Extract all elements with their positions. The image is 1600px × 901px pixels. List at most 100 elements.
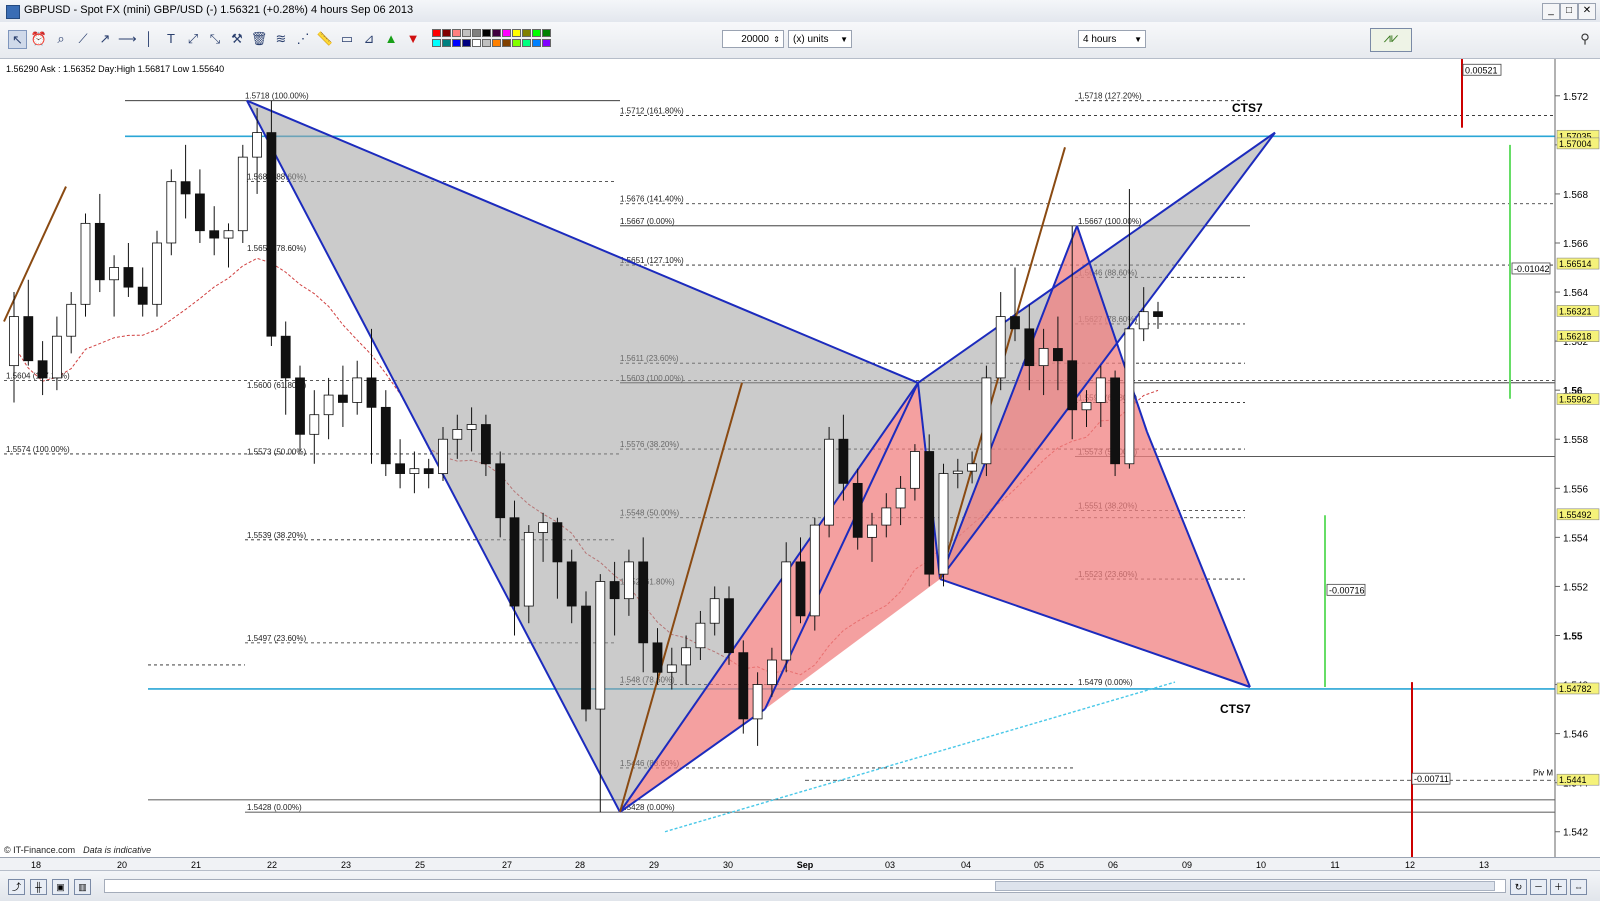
zoom-icon[interactable]: ⌕ bbox=[52, 30, 70, 48]
candle-body bbox=[924, 451, 935, 575]
candle-body bbox=[409, 468, 420, 474]
ray-icon[interactable]: ↗ bbox=[96, 30, 114, 48]
chart-icon[interactable]: ⤴ bbox=[8, 879, 25, 895]
color-palette[interactable] bbox=[432, 29, 552, 49]
zoom-in-icon[interactable]: ＋ bbox=[1550, 879, 1567, 895]
brand-label: © IT-Finance.com bbox=[4, 845, 76, 855]
maximize-button[interactable]: □ bbox=[1560, 3, 1578, 20]
price-tag-value: 1.54782 bbox=[1559, 684, 1592, 694]
channel-icon[interactable]: ⤢ bbox=[184, 30, 202, 48]
color-swatch[interactable] bbox=[482, 39, 491, 47]
color-swatch[interactable] bbox=[492, 39, 501, 47]
timeframe-select[interactable]: 4 hours ▼ bbox=[1078, 30, 1146, 48]
refresh-icon[interactable]: ↻ bbox=[1510, 879, 1527, 895]
spinner-icon[interactable]: ⇕ bbox=[773, 31, 780, 49]
delete-icon[interactable]: 🗑 bbox=[250, 30, 268, 48]
price-axis-label: 1.552 bbox=[1563, 582, 1588, 593]
color-swatch[interactable] bbox=[432, 39, 441, 47]
vertical-line-icon[interactable]: │ bbox=[140, 30, 158, 48]
color-swatch[interactable] bbox=[452, 39, 461, 47]
candle-body bbox=[838, 438, 849, 484]
time-axis-label: 27 bbox=[502, 860, 512, 870]
horizontal-line-icon[interactable]: ⟶ bbox=[118, 30, 137, 48]
color-swatch[interactable] bbox=[472, 39, 481, 47]
candle-body bbox=[1095, 377, 1106, 403]
close-button[interactable]: ✕ bbox=[1578, 3, 1596, 20]
fib-level-label: 1.5428 (0.00%) bbox=[247, 803, 302, 812]
color-swatch[interactable] bbox=[482, 29, 491, 37]
candle-style-icon[interactable]: ▥ bbox=[74, 879, 91, 895]
quantity-input[interactable]: 20000 ⇕ bbox=[722, 30, 784, 48]
candle-body bbox=[709, 598, 720, 624]
color-swatch[interactable] bbox=[502, 29, 511, 37]
time-axis-label: 11 bbox=[1330, 860, 1339, 870]
text-tool-icon[interactable]: T bbox=[162, 30, 180, 48]
chevron-down-icon[interactable]: ▼ bbox=[840, 31, 848, 49]
ruler-icon[interactable]: 📏 bbox=[316, 30, 334, 48]
color-swatch[interactable] bbox=[512, 29, 521, 37]
color-swatch[interactable] bbox=[442, 39, 451, 47]
minimize-button[interactable]: _ bbox=[1542, 3, 1560, 20]
color-swatch[interactable] bbox=[462, 39, 471, 47]
save-icon[interactable]: ▣ bbox=[52, 879, 69, 895]
candle-body bbox=[395, 463, 406, 474]
sell-arrow-icon[interactable]: ▼ bbox=[404, 30, 422, 48]
pattern-label: CTS7 bbox=[1232, 101, 1263, 115]
price-axis-label: 1.542 bbox=[1563, 828, 1588, 839]
candle-body bbox=[237, 156, 248, 232]
scrollbar-thumb[interactable] bbox=[995, 881, 1495, 891]
units-select[interactable]: (x) units ▼ bbox=[788, 30, 852, 48]
color-swatch[interactable] bbox=[492, 29, 501, 37]
measure-icon[interactable]: ⊿ bbox=[360, 30, 378, 48]
candle-body bbox=[366, 377, 377, 408]
candle-body bbox=[910, 451, 920, 489]
color-swatch[interactable] bbox=[532, 29, 541, 37]
color-swatch[interactable] bbox=[472, 29, 481, 37]
pointer-tool-icon[interactable]: ↖ bbox=[8, 30, 27, 49]
color-swatch[interactable] bbox=[462, 29, 471, 37]
price-axis-label: 1.55 bbox=[1563, 631, 1583, 642]
price-chart[interactable]: 1.5718 (100.00%) 1.5712 (161.80%) 1.5718 (… bbox=[0, 59, 1600, 857]
color-swatch[interactable] bbox=[442, 29, 451, 37]
alarm-icon[interactable]: ⏰ bbox=[30, 30, 48, 48]
fan-icon[interactable]: ⤡ bbox=[206, 30, 224, 48]
candle-body bbox=[938, 473, 949, 575]
pin-icon[interactable]: ⚲ bbox=[1576, 30, 1594, 48]
price-axis-label: 1.554 bbox=[1563, 533, 1588, 544]
candle-body bbox=[452, 429, 463, 440]
fibonacci-icon[interactable]: ≋ bbox=[272, 30, 290, 48]
time-axis-label: 30 bbox=[723, 860, 733, 870]
tools-icon[interactable]: ⚒ bbox=[228, 30, 246, 48]
candle-body bbox=[1153, 311, 1163, 317]
color-swatch[interactable] bbox=[432, 29, 441, 37]
candle-body bbox=[438, 438, 448, 474]
price-axis-label: 1.568 bbox=[1563, 190, 1588, 201]
candle-body bbox=[695, 622, 706, 649]
candle-body bbox=[795, 561, 806, 617]
time-scrollbar[interactable] bbox=[104, 879, 1506, 893]
candle-body bbox=[1010, 316, 1020, 330]
color-swatch[interactable] bbox=[452, 29, 461, 37]
candle-body bbox=[223, 230, 234, 239]
color-swatch[interactable] bbox=[522, 29, 531, 37]
color-swatch[interactable] bbox=[502, 39, 511, 47]
trendline-icon[interactable]: ⟋ bbox=[74, 30, 92, 48]
color-swatch[interactable] bbox=[512, 39, 521, 47]
brown-trend-line bbox=[3, 186, 67, 322]
bar-style-icon[interactable]: ╫ bbox=[30, 879, 47, 895]
candle-body bbox=[37, 360, 48, 379]
zoom-out-icon[interactable]: － bbox=[1530, 879, 1547, 895]
fib-level-label: 1.5573 (50.00%) bbox=[247, 447, 306, 456]
candle-body bbox=[380, 406, 391, 465]
color-swatch[interactable] bbox=[522, 39, 531, 47]
rectangle-icon[interactable]: ▭ bbox=[338, 30, 356, 48]
price-tag-value: 1.56321 bbox=[1559, 306, 1592, 316]
color-swatch[interactable] bbox=[542, 29, 551, 37]
color-swatch[interactable] bbox=[532, 39, 541, 47]
fit-icon[interactable]: ⇔ bbox=[1570, 879, 1587, 895]
fibonacci-fan-icon[interactable]: ⋰ bbox=[294, 30, 312, 48]
chevron-down-icon[interactable]: ▼ bbox=[1134, 31, 1142, 49]
color-swatch[interactable] bbox=[542, 39, 551, 47]
indicators-chart-icon[interactable]: ⩘⩗ bbox=[1370, 28, 1412, 52]
buy-arrow-icon[interactable]: ▲ bbox=[382, 30, 400, 48]
